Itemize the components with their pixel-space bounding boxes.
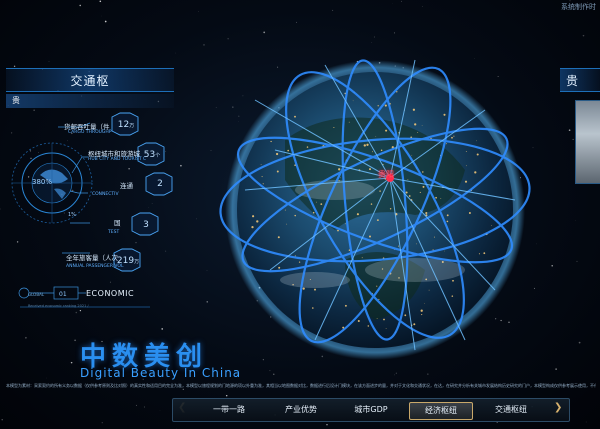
economic-small-label: GLOBAL	[28, 292, 45, 297]
metric-sub-connectivity: CONNECTIV	[92, 192, 119, 197]
economic-number: 01	[59, 291, 67, 298]
metric-sub-country: TEST	[108, 230, 120, 235]
brand-name-en: Digital Beauty In China	[80, 366, 242, 380]
top-right-note: 系统制作时	[561, 3, 596, 11]
nav-tab-industry[interactable]: 产业优势	[269, 402, 333, 418]
right-panel-header: 贵	[560, 68, 600, 92]
metric-label-country: 国	[114, 219, 121, 227]
metric-value-cargo: 12万	[117, 120, 135, 130]
metric-label-connectivity: 连通	[120, 182, 133, 190]
metric-value-passengers: 219万	[116, 256, 140, 266]
globe-visual	[219, 59, 531, 360]
dashboard-screen: 系统制作时 交通枢 贵 货邮吞吐量（件 CARGO THROUGHP 12万 枢…	[0, 0, 600, 429]
left-panel-title: 交通枢	[70, 74, 110, 88]
metric-sub-hub-city: HUB CITY AND TOURIST C	[88, 157, 147, 162]
nav-tab-city-gdp[interactable]: 城市GDP	[339, 402, 403, 418]
metric-value-hub-city: 53个	[143, 150, 161, 160]
nav-next-arrow[interactable]: ❯	[554, 402, 562, 413]
metric-label-passengers: 全年旅客量（人次	[66, 254, 118, 262]
radar-percent: 380%	[32, 178, 53, 186]
metric-sub-cargo: CARGO THROUGHP	[68, 130, 112, 135]
right-panel-photo	[575, 100, 600, 184]
footer-description: 本模型为素材：采索契约的所有义务以数据（仅供参考原则及比对照）的真实性和适用目的…	[6, 383, 596, 388]
right-panel-title: 贵	[566, 74, 579, 88]
nav-tab-belt-road[interactable]: 一带一路	[197, 402, 261, 418]
economic-label: ECONOMIC	[86, 289, 135, 298]
metric-value-country: 3	[143, 220, 149, 230]
nav-tab-economic-hub[interactable]: 经济枢纽	[409, 402, 473, 420]
radar-small-value: 1%	[68, 212, 76, 218]
nav-tab-transport-hub[interactable]: 交通枢纽	[479, 402, 543, 418]
bottom-navigation: 一带一路 产业优势 城市GDP 经济枢纽 交通枢纽	[172, 398, 570, 422]
metric-value-connectivity: 2	[157, 179, 163, 189]
economic-caption: Received economic ranking 2021 /	[28, 304, 89, 308]
city-label: 贵阳	[378, 170, 394, 179]
left-panel-header: 交通枢	[6, 68, 174, 92]
